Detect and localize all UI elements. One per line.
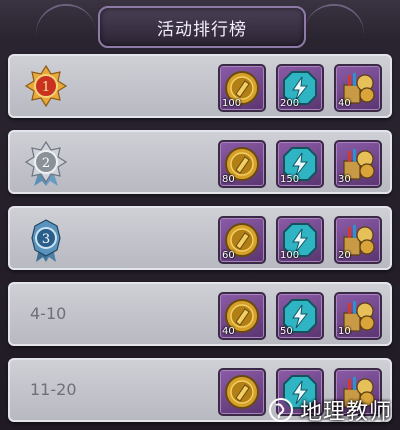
reward-quantity: 200	[280, 98, 300, 109]
reward-quantity: 10	[338, 326, 351, 337]
watermark: 地理教师	[268, 394, 392, 426]
gold-rank-1-badge: 1	[24, 64, 68, 108]
rank-range-label: 11-20	[30, 380, 77, 399]
svg-text:2: 2	[42, 156, 50, 171]
reward-list: 60 100 20	[218, 216, 382, 264]
gold-coin-icon	[225, 375, 259, 409]
reward-quantity: 150	[280, 174, 300, 185]
reward-list: 100 200 40	[218, 64, 382, 112]
leaderboard-panel: 活动排行榜 1 100 200 40 2 80 150 30 3 60 100 …	[0, 0, 400, 430]
title-ornament-right	[304, 0, 368, 41]
svg-text:1: 1	[42, 80, 50, 95]
ranking-row-3: 3 60 100 20	[8, 206, 392, 270]
reward-quantity: 80	[222, 174, 235, 185]
reward-quantity: 20	[338, 250, 351, 261]
reward-quantity: 100	[222, 98, 242, 109]
rank-range-label: 4-10	[30, 304, 67, 323]
globe-logo-icon	[268, 398, 293, 422]
reward-quantity: 100	[280, 250, 300, 261]
reward-slot[interactable]: 40	[218, 292, 266, 340]
blue-rank-3-badge: 3	[31, 219, 61, 262]
silver-rank-2-badge: 2	[24, 140, 68, 186]
reward-slot[interactable]: 40	[334, 64, 382, 112]
reward-slot[interactable]: 150	[276, 140, 324, 188]
reward-slot[interactable]: 20	[334, 216, 382, 264]
reward-list: 40 50 10	[218, 292, 382, 340]
reward-slot[interactable]: 30	[334, 140, 382, 188]
title-ornament-left	[32, 0, 96, 41]
reward-quantity: 40	[222, 326, 235, 337]
reward-quantity: 40	[338, 98, 351, 109]
ranking-row-1: 1 100 200 40	[8, 54, 392, 118]
reward-slot[interactable]: 10	[334, 292, 382, 340]
reward-slot[interactable]: 100	[218, 64, 266, 112]
reward-slot[interactable]: 80	[218, 140, 266, 188]
reward-quantity: 30	[338, 174, 351, 185]
reward-quantity: 60	[222, 250, 235, 261]
reward-slot[interactable]: 100	[276, 216, 324, 264]
page-title: 活动排行榜	[157, 19, 247, 40]
reward-slot[interactable]: 60	[218, 216, 266, 264]
reward-slot[interactable]	[218, 368, 266, 416]
ranking-row-2: 2 80 150 30	[8, 130, 392, 194]
ranking-row-4-10: 4-10 40 50 10	[8, 282, 392, 346]
reward-list: 80 150 30	[218, 140, 382, 188]
svg-text:3: 3	[42, 232, 50, 247]
reward-slot[interactable]: 200	[276, 64, 324, 112]
title-plate: 活动排行榜	[98, 6, 306, 48]
reward-slot[interactable]: 50	[276, 292, 324, 340]
reward-quantity: 50	[280, 326, 293, 337]
watermark-text: 地理教师	[299, 400, 392, 425]
